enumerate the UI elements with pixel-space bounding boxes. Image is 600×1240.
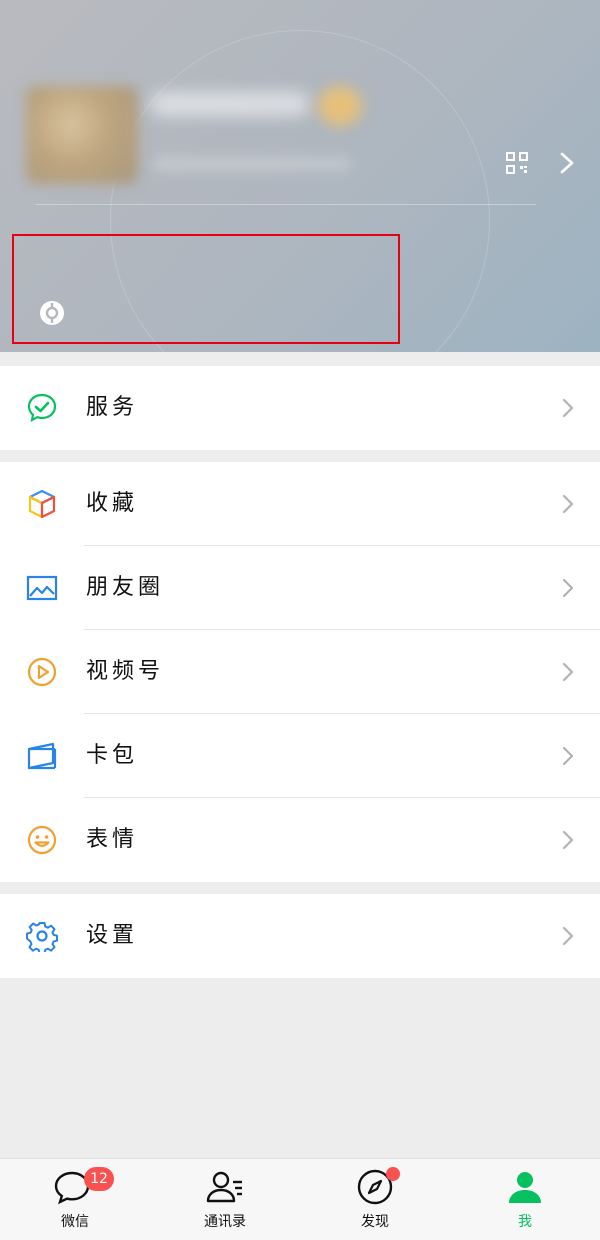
unread-badge: 12 bbox=[84, 1167, 114, 1191]
menu-label-settings: 设置 bbox=[86, 923, 139, 948]
tab-contacts[interactable]: 通讯录 bbox=[150, 1159, 300, 1240]
menu-group-main: 收藏 朋友圈 视频号 卡包 表情 bbox=[0, 462, 600, 882]
menu-label-moments: 朋友圈 bbox=[86, 575, 165, 600]
header-divider bbox=[36, 204, 536, 205]
new-content-dot bbox=[386, 1167, 400, 1181]
profile-header[interactable] bbox=[0, 0, 600, 352]
channels-icon bbox=[27, 657, 57, 687]
menu-label-stickers: 表情 bbox=[86, 827, 139, 852]
menu-item-settings[interactable]: 设置 bbox=[0, 894, 600, 978]
tab-label-me: 我 bbox=[518, 1214, 532, 1230]
stickers-icon bbox=[27, 825, 57, 855]
status-badge-blurred bbox=[318, 86, 362, 126]
menu-item-stickers[interactable]: 表情 bbox=[0, 798, 600, 882]
chevron-right-icon[interactable] bbox=[556, 151, 578, 175]
menu-item-channels[interactable]: 视频号 bbox=[0, 630, 600, 714]
tab-discover[interactable]: 发现 bbox=[300, 1159, 450, 1240]
bottom-tab-bar: 12 微信 通讯录 发现 我 bbox=[0, 1158, 600, 1240]
add-status-icon[interactable] bbox=[39, 300, 65, 326]
tab-chats[interactable]: 12 微信 bbox=[0, 1159, 150, 1240]
chevron-right-icon bbox=[562, 926, 574, 946]
tab-me[interactable]: 我 bbox=[450, 1159, 600, 1240]
menu-group-services: 服务 bbox=[0, 366, 600, 450]
menu-group-settings: 设置 bbox=[0, 894, 600, 978]
services-icon bbox=[27, 393, 57, 423]
menu-item-favorites[interactable]: 收藏 bbox=[0, 462, 600, 546]
moments-icon bbox=[26, 575, 58, 601]
menu-label-cards: 卡包 bbox=[86, 743, 139, 768]
tab-label-chats: 微信 bbox=[61, 1214, 89, 1230]
nickname-blurred bbox=[150, 92, 310, 116]
menu-item-services[interactable]: 服务 bbox=[0, 366, 600, 450]
chevron-right-icon bbox=[562, 746, 574, 766]
chevron-right-icon bbox=[562, 662, 574, 682]
settings-icon bbox=[26, 922, 58, 952]
chevron-right-icon bbox=[562, 578, 574, 598]
chevron-right-icon bbox=[562, 494, 574, 514]
contacts-icon bbox=[206, 1171, 242, 1203]
status-highlight-box[interactable] bbox=[12, 234, 400, 344]
menu-label-services: 服务 bbox=[86, 395, 139, 420]
chevron-right-icon bbox=[562, 830, 574, 850]
favorites-icon bbox=[28, 489, 56, 519]
qr-code-icon[interactable] bbox=[506, 152, 528, 174]
wechat-id-blurred bbox=[152, 156, 352, 172]
chevron-right-icon bbox=[562, 398, 574, 418]
menu-label-favorites: 收藏 bbox=[86, 491, 139, 516]
avatar[interactable] bbox=[26, 86, 138, 184]
card-wallet-icon bbox=[27, 742, 57, 770]
menu-item-cards[interactable]: 卡包 bbox=[0, 714, 600, 798]
menu-item-moments[interactable]: 朋友圈 bbox=[0, 546, 600, 630]
menu-label-channels: 视频号 bbox=[86, 659, 165, 684]
tab-label-contacts: 通讯录 bbox=[204, 1214, 246, 1230]
tab-label-discover: 发现 bbox=[361, 1214, 389, 1230]
person-icon bbox=[509, 1172, 541, 1203]
